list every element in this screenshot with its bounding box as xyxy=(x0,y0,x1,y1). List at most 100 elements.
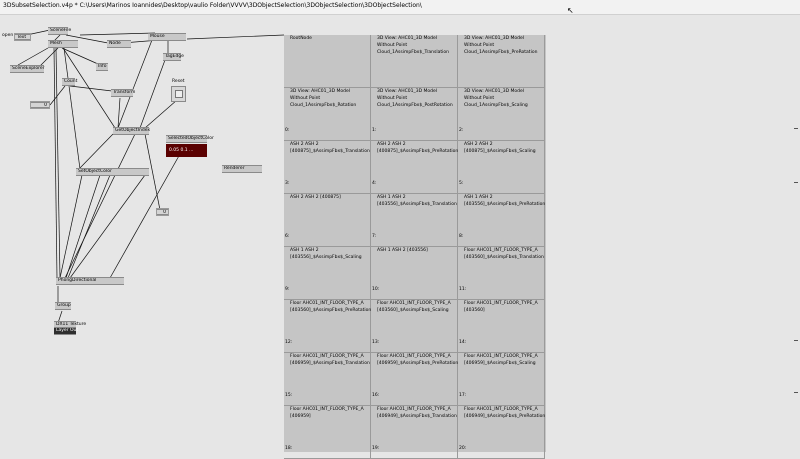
grid-cell-text: ASH 1 ASH 2 [403556]_$AssimpFbx$_PreRota… xyxy=(464,195,546,207)
mouse-label: Mouse xyxy=(150,34,165,39)
grid-cell-index: 19: xyxy=(372,446,380,451)
renderer-node[interactable]: Renderer xyxy=(222,165,262,173)
scene-explorer-label: SceneExplorer xyxy=(12,66,45,71)
grid-cell[interactable]: 3D View: AHC01_3D Model Without Point Cl… xyxy=(371,35,458,88)
grid-cell-text: Floor AHC01_INT_FLOOR_TYPE_A [406959]_$A… xyxy=(464,354,538,366)
grid-cell-index: 5: xyxy=(459,181,464,186)
grid-cell[interactable]: 9: ASH 1 ASH 2 [403556]_$AssimpFbx$_Scali… xyxy=(284,247,371,300)
grid-cell[interactable]: 2: 3D View: AHC01_3D Model Without Point … xyxy=(458,88,545,141)
grid-cell-index: 6: xyxy=(285,234,290,239)
grid-cell-text: Floor AHC01_INT_FLOOR_TYPE_A [403560] xyxy=(464,301,538,313)
count-label: Count xyxy=(64,79,78,84)
grid-cell-text: 3D View: AHC01_3D Model Without Point Cl… xyxy=(377,36,449,55)
grid-cell-index: 10: xyxy=(372,287,380,292)
get-object-index-label: GetObjectIndex xyxy=(115,128,151,133)
grid-cell-index: 8: xyxy=(459,234,464,239)
grid-cell-index: 14: xyxy=(459,340,467,345)
get-object-index-node[interactable]: GetObjectIndex xyxy=(113,127,151,135)
grid-cell-text: Floor AHC01_INT_FLOOR_TYPE_A [403560]_$A… xyxy=(464,248,544,260)
selected-color-iobox[interactable]: 0.05 0.1 ... xyxy=(166,144,207,157)
grid-cell[interactable]: 0: 3D View: AHC01_3D Model Without Point … xyxy=(284,88,371,141)
node-node[interactable]: Node xyxy=(107,40,131,48)
grid-cell-text: Floor AHC01_INT_FLOOR_TYPE_A [406959]_$A… xyxy=(290,354,370,366)
grid-cell-index: 7: xyxy=(372,234,377,239)
grid-cell[interactable]: 16: Floor AHC01_INT_FLOOR_TYPE_A [406959]… xyxy=(371,353,458,406)
value-iobox-zero[interactable]: 0 xyxy=(30,101,50,109)
grid-cell-index: 15: xyxy=(285,393,293,398)
mesh-node[interactable]: Mesh xyxy=(48,40,78,48)
grid-cell[interactable]: 1: 3D View: AHC01_3D Model Without Point … xyxy=(371,88,458,141)
count-node[interactable]: Count xyxy=(62,78,78,86)
open-label: open xyxy=(2,33,14,38)
selected-object-color-label: SelectedObjectColor xyxy=(168,136,214,141)
value-iobox-zero-2[interactable]: 0 xyxy=(156,208,169,216)
grid-cell-text: 3D View: AHC01_3D Model Without Point Cl… xyxy=(464,89,528,108)
tagedge-label: TagEdge xyxy=(165,54,184,59)
tagedge-node[interactable]: TagEdge xyxy=(163,53,184,61)
value-zero-2-label: 0 xyxy=(163,210,166,215)
edge-marker xyxy=(794,340,798,341)
grid-cell-index: 0: xyxy=(285,128,290,133)
grid-cell[interactable]: 13: Floor AHC01_INT_FLOOR_TYPE_A [403560]… xyxy=(371,300,458,353)
grid-cell[interactable]: 4: ASH 2 ASH 2 [400875]_$AssimpFbx$_PreRo… xyxy=(371,141,458,194)
transform-node[interactable]: Transform xyxy=(111,89,135,97)
group-node[interactable]: Group xyxy=(55,302,71,310)
set-object-color-node[interactable]: SetObjectColor xyxy=(76,168,149,176)
selected-object-color-node[interactable]: SelectedObjectColor xyxy=(166,135,214,143)
grid-cell-text: ASH 2 ASH 2 [400875]_$AssimpFbx$_PreRota… xyxy=(377,142,459,154)
layer-out-node[interactable]: Layer Out xyxy=(54,327,79,335)
scenefile-node[interactable]: SceneFile xyxy=(48,27,72,35)
grid-cell[interactable]: 6: ASH 2 ASH 2 [400875] xyxy=(284,194,371,247)
grid-cell[interactable]: 5: ASH 2 ASH 2 [400875]_$AssimpFbx$_Scali… xyxy=(458,141,545,194)
grid-cell-text: Floor AHC01_INT_FLOOR_TYPE_A [406949]_$A… xyxy=(377,407,457,419)
layer-out-label: Layer Out xyxy=(56,328,79,333)
grid-cell-text: ASH 2 ASH 2 [400875] xyxy=(290,195,341,200)
edge-marker xyxy=(794,392,798,393)
selected-color-value: 0.05 0.1 ... xyxy=(169,148,194,153)
grid-cell[interactable]: 3D View: AHC01_3D Model Without Point Cl… xyxy=(458,35,545,88)
grid-cell-text: 3D View: AHC01_3D Model Without Point Cl… xyxy=(290,89,357,108)
grid-cell[interactable]: 20: Floor AHC01_INT_FLOOR_TYPE_A [406949]… xyxy=(458,406,545,459)
text-node-label: Text xyxy=(17,35,27,40)
grid-cell-text: Floor AHC01_INT_FLOOR_TYPE_A [406959]_$A… xyxy=(377,354,459,366)
reset-bang-button[interactable] xyxy=(171,86,186,102)
info-label: Info xyxy=(98,64,107,69)
grid-cell-text: Floor AHC01_INT_FLOOR_TYPE_A [403560]_$A… xyxy=(377,301,451,313)
grid-cell[interactable]: 14: Floor AHC01_INT_FLOOR_TYPE_A [403560] xyxy=(458,300,545,353)
scenefile-label: SceneFile xyxy=(50,28,72,33)
grid-cell-index: 18: xyxy=(285,446,293,451)
renderer-label: Renderer xyxy=(224,166,245,171)
grid-cell-index: 9: xyxy=(285,287,290,292)
grid-cell[interactable]: 10: ASH 1 ASH 2 [403556] xyxy=(371,247,458,300)
grid-cell-text: ASH 1 ASH 2 [403556]_$AssimpFbx$_Transla… xyxy=(377,195,457,207)
grid-cell[interactable]: RootNode xyxy=(284,35,371,88)
phong-directional-node[interactable]: PhongDirectional xyxy=(56,277,124,285)
grid-cell[interactable]: 12: Floor AHC01_INT_FLOOR_TYPE_A [403560]… xyxy=(284,300,371,353)
grid-cell[interactable]: 19: Floor AHC01_INT_FLOOR_TYPE_A [406949]… xyxy=(371,406,458,459)
grid-cell-text: 3D View: AHC01_3D Model Without Point Cl… xyxy=(377,89,453,108)
group-label: Group xyxy=(57,303,71,308)
grid-cell-text: ASH 2 ASH 2 [400875]_$AssimpFbx$_Scaling xyxy=(464,142,536,154)
open-iobox[interactable]: Text xyxy=(14,33,31,41)
grid-cell-text: Floor AHC01_INT_FLOOR_TYPE_A [406959] xyxy=(290,407,364,419)
phong-directional-label: PhongDirectional xyxy=(58,278,97,283)
grid-cell[interactable]: 11: Floor AHC01_INT_FLOOR_TYPE_A [403560]… xyxy=(458,247,545,300)
scene-explorer-spread-grid[interactable]: RootNode 3D View: AHC01_3D Model Without … xyxy=(284,35,546,459)
edge-marker xyxy=(794,182,798,183)
grid-cell[interactable]: 15: Floor AHC01_INT_FLOOR_TYPE_A [406959]… xyxy=(284,353,371,406)
grid-cell[interactable]: 8: ASH 1 ASH 2 [403556]_$AssimpFbx$_PreRo… xyxy=(458,194,545,247)
grid-cell-text: Floor AHC01_INT_FLOOR_TYPE_A [403560]_$A… xyxy=(290,301,372,313)
grid-cell[interactable]: 18: Floor AHC01_INT_FLOOR_TYPE_A [406959] xyxy=(284,406,371,459)
grid-cell[interactable]: 7: ASH 1 ASH 2 [403556]_$AssimpFbx$_Trans… xyxy=(371,194,458,247)
scene-explorer-node[interactable]: SceneExplorer xyxy=(10,65,44,73)
grid-cell-text: ASH 1 ASH 2 [403556]_$AssimpFbx$_Scaling xyxy=(290,248,362,260)
info-node[interactable]: Info xyxy=(96,63,108,71)
set-object-color-label: SetObjectColor xyxy=(78,169,112,174)
grid-cell[interactable]: 17: Floor AHC01_INT_FLOOR_TYPE_A [406959]… xyxy=(458,353,545,406)
mouse-node[interactable]: Mouse xyxy=(148,33,186,41)
node-label: Node xyxy=(109,41,121,46)
grid-cell-index: 11: xyxy=(459,287,467,292)
grid-cell[interactable]: 3: ASH 2 ASH 2 [400875]_$AssimpFbx$_Trans… xyxy=(284,141,371,194)
value-zero-label: 0 xyxy=(44,103,47,108)
reset-label: Reset xyxy=(172,79,185,84)
